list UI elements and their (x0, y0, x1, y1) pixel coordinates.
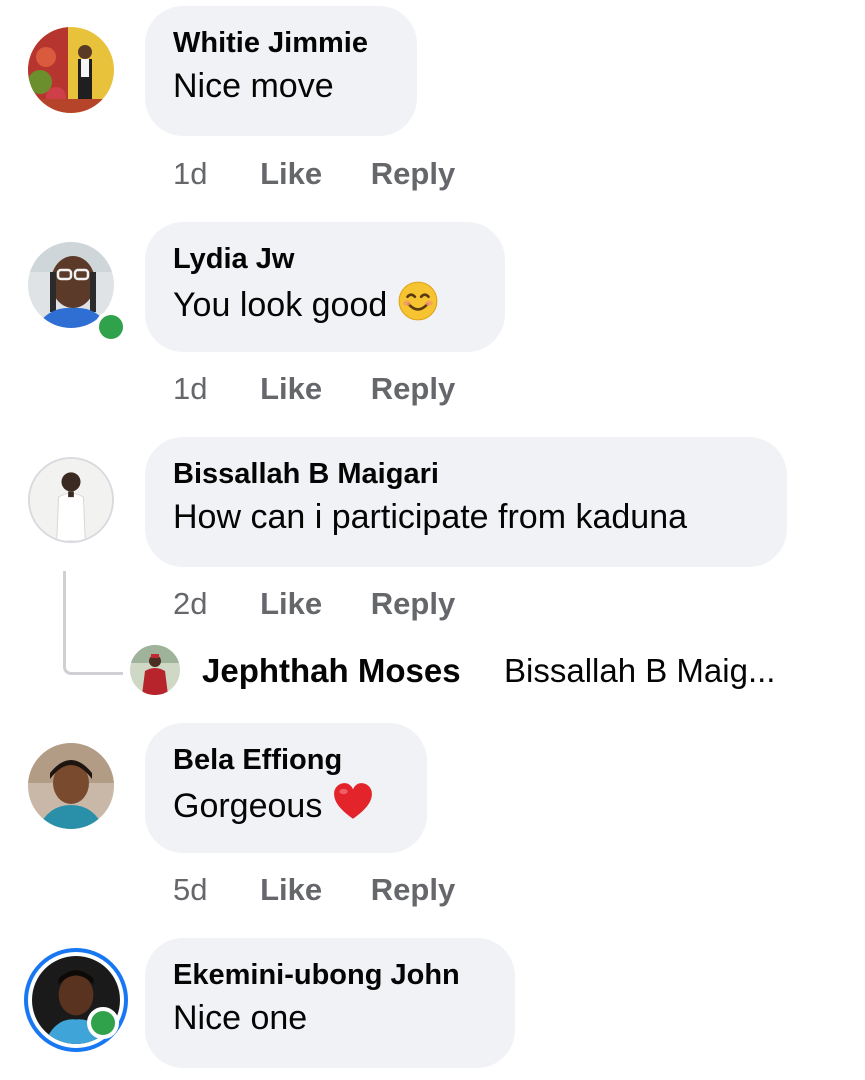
like-button[interactable]: Like (260, 872, 322, 908)
avatar[interactable] (24, 948, 128, 1052)
comment-author[interactable]: Bissallah B Maigari (173, 457, 759, 491)
online-status-indicator (95, 311, 127, 343)
reply-button[interactable]: Reply (371, 872, 455, 908)
comment-author[interactable]: Bela Effiong (173, 743, 399, 777)
comment-author[interactable]: Ekemini-ubong John (173, 958, 487, 992)
red-heart-emoji-icon (332, 781, 374, 823)
reply-preview-text: Bissallah B Maig... (504, 652, 776, 689)
comment-text: Gorgeous (173, 781, 399, 828)
comment-actions: 2d Like Reply (173, 586, 495, 622)
comment-time[interactable]: 1d (173, 371, 207, 407)
comment-time[interactable]: 5d (173, 872, 207, 908)
reply-author[interactable]: Jephthah Moses (202, 651, 461, 691)
avatar-photo (30, 459, 112, 541)
comment-time[interactable]: 1d (173, 156, 207, 192)
reply-thread-connector (63, 571, 123, 675)
comment-time[interactable]: 2d (173, 586, 207, 622)
comment-actions: 1d Like Reply (173, 156, 495, 192)
avatar-photo (28, 743, 114, 829)
comment-author[interactable]: Whitie Jimmie (173, 26, 389, 60)
like-button[interactable]: Like (260, 586, 322, 622)
smiling-face-emoji-icon (397, 280, 439, 322)
comment-text: Nice one (173, 999, 308, 1037)
like-button[interactable]: Like (260, 156, 322, 192)
comment-bubble: Ekemini-ubong John Nice one (145, 938, 515, 1068)
avatar-photo (28, 27, 114, 113)
reply-button[interactable]: Reply (371, 371, 455, 407)
comment-bubble: Bela Effiong Gorgeous (145, 723, 427, 853)
comment-actions: 1d Like Reply (173, 371, 495, 407)
comment-bubble: Lydia Jw You look good (145, 222, 505, 352)
comment-text-content: Gorgeous (173, 787, 323, 825)
reply-button[interactable]: Reply (371, 156, 455, 192)
avatar[interactable] (28, 457, 114, 543)
comment-actions: 5d Like Reply (173, 872, 495, 908)
avatar[interactable] (28, 27, 114, 113)
comment-text: How can i participate from kaduna (173, 498, 688, 536)
comment-bubble: Whitie Jimmie Nice move (145, 6, 417, 136)
avatar[interactable] (28, 743, 114, 829)
comment-author[interactable]: Lydia Jw (173, 242, 477, 276)
avatar-photo (130, 645, 180, 695)
reply-avatar[interactable] (130, 645, 180, 695)
online-status-indicator (87, 1007, 119, 1039)
reply-button[interactable]: Reply (371, 586, 455, 622)
like-button[interactable]: Like (260, 371, 322, 407)
comment-text-content: You look good (173, 286, 388, 324)
comment-text: Nice move (173, 67, 334, 105)
comment-text: You look good (173, 280, 477, 327)
comment-bubble: Bissallah B Maigari How can i participat… (145, 437, 787, 567)
